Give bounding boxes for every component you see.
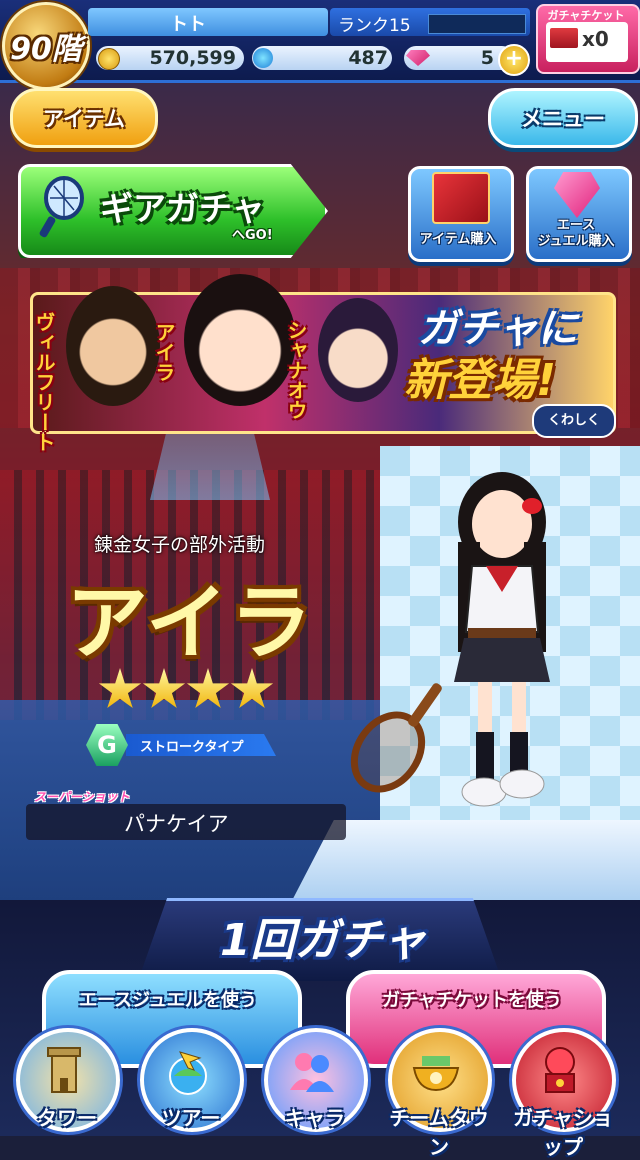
menu-button[interactable]: メニュー — [488, 88, 638, 148]
tennis-racket-icon — [39, 176, 84, 238]
character-racket-icon — [350, 683, 442, 793]
coin-value: 570,599 — [149, 47, 236, 69]
banner-name-aira: アイラ — [152, 322, 176, 382]
globe-plane-icon — [169, 1051, 207, 1095]
gacha-ticket-count: x0 — [582, 27, 609, 51]
banner-name-wilfried: ヴィルフリート — [32, 312, 56, 452]
type-label: ストロークタイプ — [140, 740, 244, 755]
floor-label: 90階 — [10, 32, 82, 67]
bowl-icon — [412, 1056, 460, 1092]
menu-button-label: メニュー — [521, 107, 605, 131]
ticket-icon — [550, 28, 578, 48]
item-purchase-label: アイテム購入 — [419, 232, 497, 247]
gacha-title: 1回ガチャ — [220, 915, 427, 966]
character-name: アイラ — [66, 576, 314, 671]
details-button[interactable]: くわしく — [532, 404, 616, 438]
banner-headline-line2: 新登場! — [404, 355, 557, 406]
nav-tower[interactable]: タワー — [8, 1028, 120, 1136]
water-value: 487 — [348, 47, 388, 69]
add-gem-button[interactable]: + — [498, 44, 530, 76]
rank-exp-gauge — [428, 14, 526, 34]
tower-icon — [47, 1047, 81, 1093]
nav-tour[interactable]: ツアー — [132, 1028, 244, 1136]
nav-chara[interactable]: キャラ — [256, 1028, 368, 1136]
gem-value: 5 — [480, 47, 494, 69]
gacha-ticket-label: ガチャチケット — [547, 9, 625, 22]
use-gacha-ticket-label: ガチャチケットを使う — [382, 990, 562, 1011]
floor-badge[interactable]: 90階 — [2, 2, 90, 90]
super-shot-name: パナケイア — [124, 812, 229, 836]
ace-jewel-label-line2: ジュエル購入 — [537, 234, 615, 249]
rank-label: ランク15 — [338, 16, 411, 36]
gear-gacha-sub-label: へGO! — [232, 228, 273, 243]
character-subtitle: 錬金女子の部外活動 — [94, 534, 266, 556]
item-button-label: アイテム — [43, 107, 125, 131]
people-icon — [290, 1053, 334, 1092]
nav-team-town-label: チームタウン — [389, 1106, 489, 1159]
gear-gacha-label: ギアガチャ — [100, 189, 265, 228]
character-portrait-aira — [184, 274, 296, 406]
nav-gacha-shop-label: ガチャショップ — [513, 1106, 613, 1159]
super-shot-label: スーパーショット — [34, 790, 130, 804]
item-button[interactable]: アイテム — [10, 88, 158, 148]
player-name: トト — [170, 14, 206, 35]
gacha-machine-icon — [545, 1047, 575, 1093]
nav-tower-label: タワー — [37, 1106, 97, 1130]
character-portrait-shanaou — [318, 298, 398, 402]
nav-gacha-shop[interactable]: ガチャショップ — [504, 1028, 616, 1159]
nav-team-town[interactable]: チームタウン — [380, 1028, 492, 1159]
character-portrait-wilfried — [66, 286, 160, 406]
item-book-icon — [432, 172, 490, 224]
nav-tour-label: ツアー — [161, 1106, 221, 1130]
nav-chara-label: キャラ — [285, 1106, 345, 1130]
use-ace-jewel-label: エースジュエルを使う — [79, 990, 257, 1011]
banner-name-shanaou: シャナオウ — [284, 320, 308, 420]
